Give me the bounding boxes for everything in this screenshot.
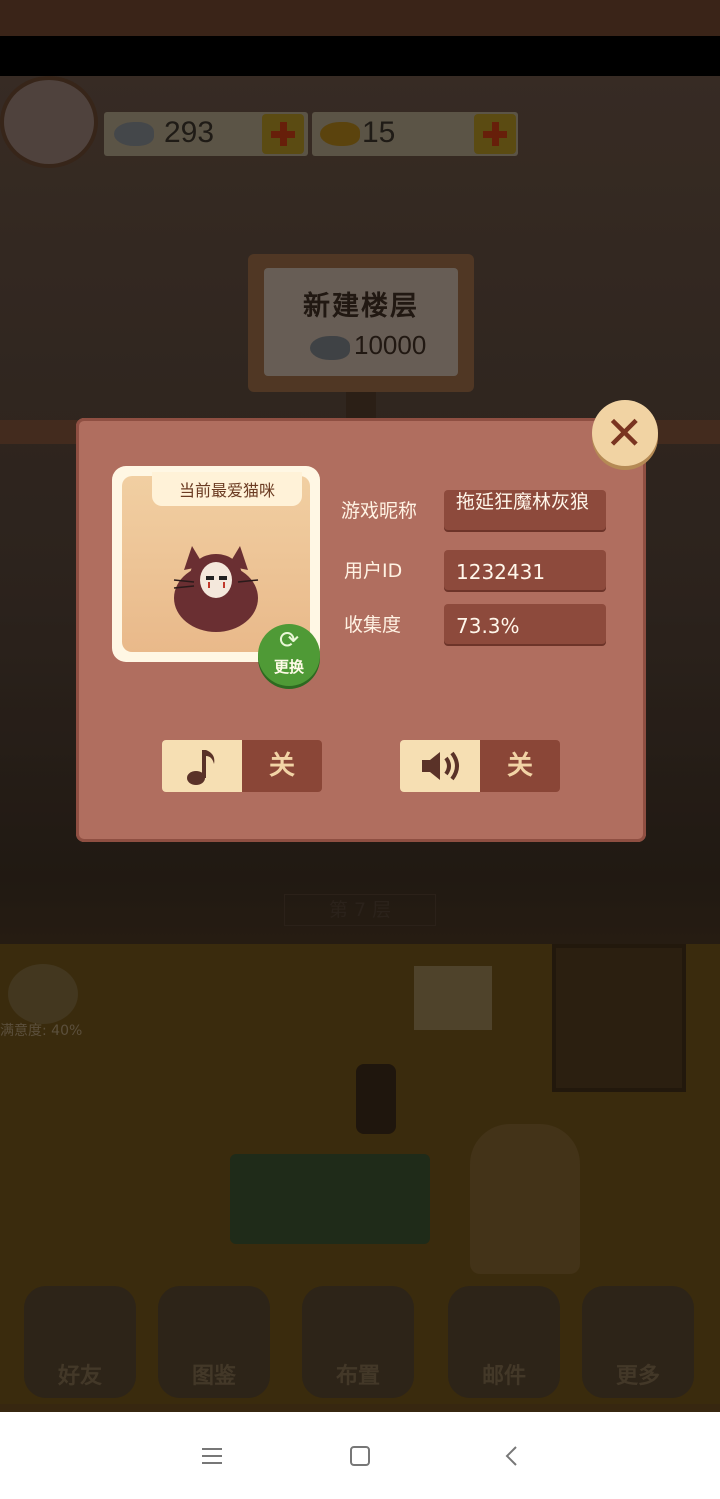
music-off-state: 关 bbox=[242, 740, 322, 792]
speaker-icon bbox=[400, 740, 480, 792]
menu-icon[interactable] bbox=[200, 1446, 224, 1466]
sound-off-state: 关 bbox=[480, 740, 560, 792]
status-bar bbox=[0, 0, 720, 36]
nickname-field: 拖延狂魔林灰狼 bbox=[444, 490, 606, 530]
close-button[interactable]: ✕ bbox=[592, 400, 658, 466]
userid-label: 用户ID bbox=[344, 560, 403, 582]
collection-field: 73.3% bbox=[444, 604, 606, 644]
system-navigation-bar bbox=[0, 1412, 720, 1499]
music-toggle[interactable]: 关 bbox=[162, 740, 322, 792]
nickname-label: 游戏昵称 bbox=[341, 500, 418, 522]
collection-value: 73.3% bbox=[456, 614, 520, 638]
sound-toggle[interactable]: 关 bbox=[400, 740, 560, 792]
nickname-value: 拖延狂魔林灰狼 bbox=[456, 491, 590, 513]
userid-value: 1232431 bbox=[456, 560, 546, 584]
userid-field: 1232431 bbox=[444, 550, 606, 590]
refresh-icon: ⟳ bbox=[278, 626, 300, 654]
change-cat-button[interactable]: ⟳ 更换 bbox=[258, 624, 320, 686]
sound-off-label: 关 bbox=[506, 751, 533, 781]
favorite-cat-title: 当前最爱猫咪 bbox=[152, 472, 302, 506]
collection-label: 收集度 bbox=[344, 614, 402, 636]
music-off-label: 关 bbox=[268, 751, 295, 781]
close-icon: ✕ bbox=[605, 406, 644, 460]
music-note-icon bbox=[162, 740, 242, 792]
change-cat-label: 更换 bbox=[273, 658, 304, 676]
home-icon[interactable] bbox=[348, 1444, 372, 1468]
back-icon[interactable] bbox=[500, 1444, 524, 1468]
cat-portrait bbox=[173, 546, 259, 632]
